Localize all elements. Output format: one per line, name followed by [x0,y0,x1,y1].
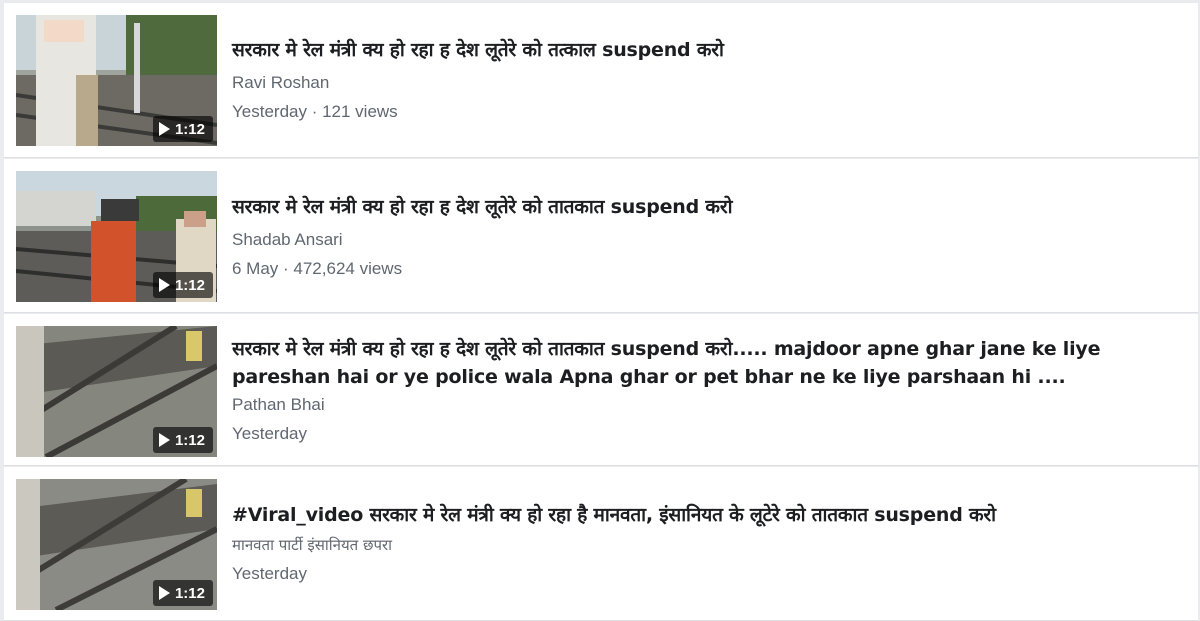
duration-badge: 1:12 [152,116,213,142]
video-title[interactable]: #Viral_video सरकार मे रेल मंत्री क्य हो … [232,501,1158,529]
video-author[interactable]: Shadab Ansari [232,230,1158,250]
video-meta: 6 May · 472,624 views [232,259,403,278]
video-result[interactable]: 1:12 सरकार मे रेल मंत्री क्य हो रहा ह दे… [4,3,1198,158]
video-meta: Yesterday [232,564,307,583]
duration-text: 1:12 [174,120,205,138]
video-thumbnail[interactable]: 1:12 [16,171,217,302]
video-result[interactable]: 1:12 सरकार मे रेल मंत्री क्य हो रहा ह दे… [4,159,1198,313]
video-result[interactable]: 1:12 #Viral_video सरकार मे रेल मंत्री क्… [4,467,1198,621]
duration-badge: 1:12 [152,427,213,453]
video-thumbnail[interactable]: 1:12 [16,326,217,457]
video-thumbnail[interactable]: 1:12 [16,15,217,146]
duration-text: 1:12 [174,584,205,602]
duration-text: 1:12 [174,431,205,449]
video-title[interactable]: सरकार मे रेल मंत्री क्य हो रहा ह देश लूत… [232,335,1158,391]
video-author[interactable]: मानवता पार्टी इंसानियत छपरा [232,535,1158,555]
duration-badge: 1:12 [152,272,213,298]
video-meta: Yesterday · 121 views [232,102,398,121]
duration-badge: 1:12 [152,580,213,606]
video-author[interactable]: Pathan Bhai [232,395,1158,415]
video-title[interactable]: सरकार मे रेल मंत्री क्य हो रहा ह देश लूत… [232,193,1158,221]
play-icon [158,586,170,600]
video-title[interactable]: सरकार मे रेल मंत्री क्य हो रहा ह देश लूत… [232,36,1158,64]
duration-text: 1:12 [174,276,205,294]
video-thumbnail[interactable]: 1:12 [16,479,217,610]
video-meta: Yesterday [232,424,307,443]
play-icon [158,278,170,292]
video-result[interactable]: 1:12 सरकार मे रेल मंत्री क्य हो रहा ह दे… [4,314,1198,466]
play-icon [158,433,170,447]
play-icon [158,122,170,136]
video-author[interactable]: Ravi Roshan [232,73,1158,93]
